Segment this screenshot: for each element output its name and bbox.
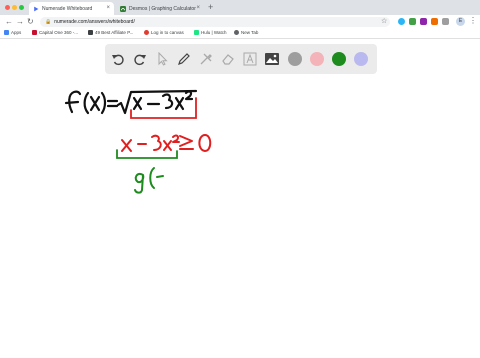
handwriting-strokes — [64, 89, 212, 194]
handwritten-g-of — [134, 167, 164, 194]
handwritten-inequality — [121, 134, 212, 152]
green-underline-bracket — [116, 149, 178, 159]
